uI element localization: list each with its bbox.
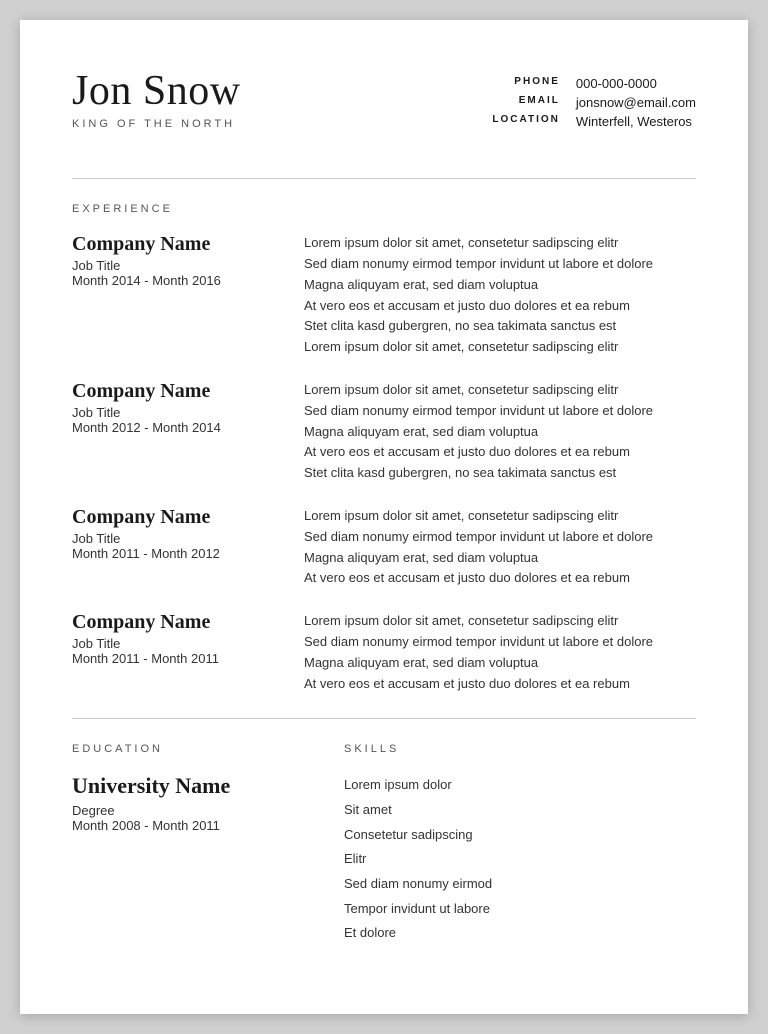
resume-header: Jon Snow KING OF THE NORTH PHONE 000-000… — [72, 68, 696, 150]
location-value: Winterfell, Westeros — [576, 114, 696, 129]
university-name: University Name — [72, 773, 312, 799]
phone-label: PHONE — [492, 76, 559, 87]
company-name: Company Name — [72, 611, 272, 634]
education-divider — [72, 718, 696, 719]
name-block: Jon Snow KING OF THE NORTH — [72, 68, 492, 130]
education-section-label: EDUCATION — [72, 743, 312, 755]
experience-entry: Company Name Job TitleMonth 2011 - Month … — [72, 506, 696, 589]
date-range: Month 2011 - Month 2011 — [72, 651, 272, 666]
date-range: Month 2011 - Month 2012 — [72, 546, 272, 561]
subtitle: KING OF THE NORTH — [72, 118, 492, 130]
experience-entries: Company NameJob TitleMonth 2014 - Month … — [72, 233, 696, 694]
education-block: EDUCATION University Name Degree Month 2… — [72, 743, 312, 946]
skills-list: Lorem ipsum dolorSit ametConsetetur sadi… — [344, 773, 696, 946]
skill-item: Et dolore — [344, 921, 696, 946]
skills-section-label: SKILLS — [344, 743, 696, 755]
exp-left: Company Name Job TitleMonth 2011 - Month … — [72, 611, 272, 694]
job-title: Job Title — [72, 636, 272, 651]
job-title: Job Title — [72, 531, 272, 546]
header-divider — [72, 178, 696, 179]
full-name: Jon Snow — [72, 68, 492, 114]
phone-value: 000-000-0000 — [576, 76, 696, 91]
exp-left: Company Name Job TitleMonth 2012 - Month … — [72, 380, 272, 484]
resume-page: Jon Snow KING OF THE NORTH PHONE 000-000… — [20, 20, 748, 1014]
exp-description: Lorem ipsum dolor sit amet, consetetur s… — [304, 233, 696, 358]
skill-item: Sit amet — [344, 798, 696, 823]
job-title: Job Title — [72, 405, 272, 420]
skill-item: Sed diam nonumy eirmod — [344, 872, 696, 897]
company-name: Company Name — [72, 506, 272, 529]
email-label: EMAIL — [492, 95, 559, 106]
degree: Degree — [72, 803, 312, 818]
job-title: Job Title — [72, 258, 272, 273]
exp-description: Lorem ipsum dolor sit amet, consetetur s… — [304, 611, 696, 694]
date-range: Month 2014 - Month 2016 — [72, 273, 272, 288]
experience-entry: Company Name Job TitleMonth 2014 - Month … — [72, 233, 696, 358]
experience-section: EXPERIENCE Company NameJob TitleMonth 20… — [72, 203, 696, 694]
skill-item: Consetetur sadipscing — [344, 823, 696, 848]
education-dates: Month 2008 - Month 2011 — [72, 818, 312, 833]
company-name: Company Name — [72, 233, 272, 256]
date-range: Month 2012 - Month 2014 — [72, 420, 272, 435]
email-value: jonsnow@email.com — [576, 95, 696, 110]
skills-block: SKILLS Lorem ipsum dolorSit ametConsetet… — [344, 743, 696, 946]
skill-item: Tempor invidunt ut labore — [344, 897, 696, 922]
location-label: LOCATION — [492, 114, 559, 125]
exp-description: Lorem ipsum dolor sit amet, consetetur s… — [304, 506, 696, 589]
company-name: Company Name — [72, 380, 272, 403]
experience-entry: Company Name Job TitleMonth 2012 - Month … — [72, 380, 696, 484]
experience-entry: Company Name Job TitleMonth 2011 - Month … — [72, 611, 696, 694]
exp-left: Company Name Job TitleMonth 2014 - Month … — [72, 233, 272, 358]
exp-left: Company Name Job TitleMonth 2011 - Month … — [72, 506, 272, 589]
exp-description: Lorem ipsum dolor sit amet, consetetur s… — [304, 380, 696, 484]
experience-section-label: EXPERIENCE — [72, 203, 696, 215]
skill-item: Lorem ipsum dolor — [344, 773, 696, 798]
contact-block: PHONE 000-000-0000 EMAIL jonsnow@email.c… — [492, 76, 696, 129]
skill-item: Elitr — [344, 847, 696, 872]
bottom-section: EDUCATION University Name Degree Month 2… — [72, 743, 696, 946]
